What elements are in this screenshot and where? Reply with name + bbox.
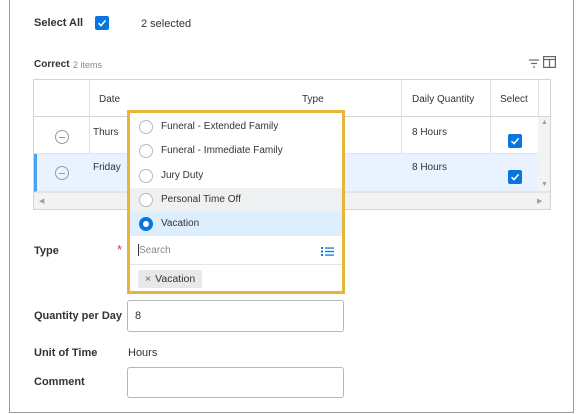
option-label: Funeral - Immediate Family [161,145,283,156]
row-select-checkbox[interactable] [508,134,522,148]
column-header-select[interactable]: Select [500,94,528,105]
divider [130,264,342,265]
option-label: Vacation [161,218,200,229]
column-header-date[interactable]: Date [99,94,120,105]
select-all-label: Select All [34,17,84,29]
vertical-scrollbar[interactable]: ▲ ▼ [538,117,550,191]
dropdown-option[interactable]: Jury Duty [130,164,342,188]
type-label: Type [34,245,59,257]
dropdown-option[interactable]: Funeral - Extended Family [130,115,342,139]
search-placeholder: Search [139,245,171,256]
row-date: Friday [93,162,121,173]
scroll-up-icon[interactable]: ▲ [541,119,548,126]
unit-of-time-value: Hours [128,347,158,359]
dropdown-option[interactable]: Funeral - Immediate Family [130,139,342,163]
radio-button[interactable] [139,169,153,183]
scroll-right-icon[interactable]: ▶ [537,197,542,205]
select-all-checkbox[interactable] [95,16,109,30]
type-dropdown-popup: Funeral - Extended Family Funeral - Imme… [127,110,345,294]
remove-row-icon[interactable] [55,166,69,180]
row-date: Thurs [93,127,119,138]
radio-button[interactable] [139,120,153,134]
grid-title: Correct [34,59,70,70]
column-header-type[interactable]: Type [302,94,324,105]
row-daily-quantity: 8 Hours [412,162,448,173]
comment-field[interactable] [127,367,344,398]
pill-label: Vacation [155,273,196,285]
list-icon[interactable] [321,244,334,262]
dropdown-option[interactable]: Personal Time Off [130,188,342,212]
radio-button-selected[interactable] [139,217,153,231]
quantity-per-day-label: Quantity per Day [34,310,123,322]
row-daily-quantity: 8 Hours [412,127,448,138]
unit-of-time-label: Unit of Time [34,347,98,359]
checkmark-icon [510,173,520,181]
option-label: Funeral - Extended Family [161,121,279,132]
grid-item-count: 2 items [73,60,103,70]
radio-button[interactable] [139,193,153,207]
selected-count: 2 selected [141,18,192,30]
radio-button[interactable] [139,144,153,158]
selected-item-pill: × Vacation [138,270,203,288]
remove-row-icon[interactable] [55,130,69,144]
comment-label: Comment [34,376,85,388]
search-input[interactable]: Search [130,237,342,263]
option-label: Personal Time Off [161,194,241,205]
option-label: Jury Duty [161,170,204,181]
dropdown-option-selected[interactable]: Vacation [130,212,342,236]
checkmark-icon [97,19,107,27]
remove-pill-icon[interactable]: × [145,273,151,285]
scroll-down-icon[interactable]: ▼ [541,181,548,188]
checkmark-icon [510,137,520,145]
column-header-daily-quantity[interactable]: Daily Quantity [412,94,474,105]
column-chooser-icon[interactable] [543,55,557,73]
quantity-per-day-input[interactable]: 8 [127,300,344,332]
required-indicator: * [117,242,123,257]
row-select-checkbox[interactable] [508,170,522,184]
scroll-left-icon[interactable]: ◀ [39,197,44,205]
filter-icon[interactable] [528,56,540,74]
